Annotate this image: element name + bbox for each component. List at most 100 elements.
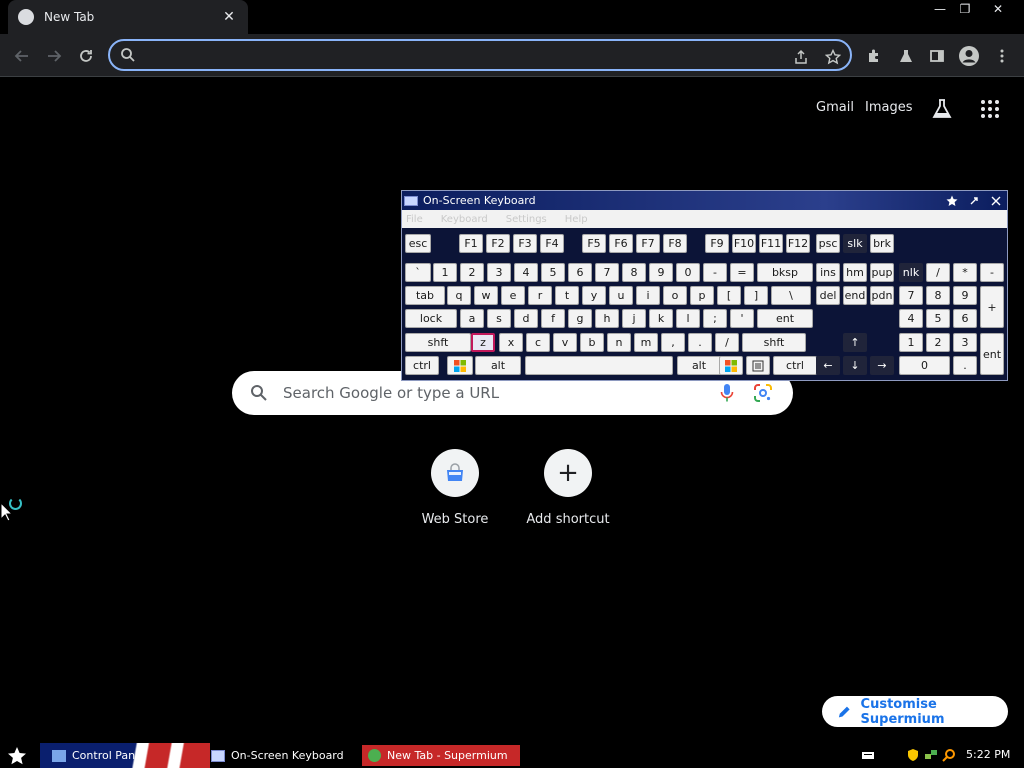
osk-key-5d[interactable]: ]	[744, 286, 768, 305]
google-lens-icon[interactable]	[753, 383, 773, 403]
osk-key-backslash[interactable]: \	[771, 286, 811, 305]
osk-key-f[interactable]: f	[541, 309, 565, 328]
labs-button[interactable]	[892, 42, 920, 70]
side-panel-button[interactable]	[923, 42, 951, 70]
osk-key-F10[interactable]: F10	[732, 234, 756, 253]
osk-key-F2[interactable]: F2	[486, 234, 510, 253]
osk-key-w[interactable]: w	[474, 286, 498, 305]
osk-minimize-button[interactable]	[963, 193, 985, 209]
osk-key-v[interactable]: v	[553, 333, 577, 352]
osk-key-shft[interactable]: shft	[742, 333, 806, 352]
osk-key-z[interactable]: z	[471, 333, 495, 352]
osk-key-0[interactable]: 0	[899, 356, 950, 375]
osk-key-2d[interactable]: -	[703, 263, 727, 282]
osk-key-up-arrow[interactable]: ↑	[843, 333, 867, 352]
tab-close-button[interactable]: ✕	[220, 9, 238, 25]
restore-button[interactable]: ❐	[950, 0, 980, 18]
gmail-link[interactable]: Gmail	[816, 100, 854, 115]
osk-key-2e[interactable]: .	[953, 356, 977, 375]
network-icon[interactable]	[924, 748, 938, 762]
osk-key-8[interactable]: 8	[926, 286, 950, 305]
back-button[interactable]	[8, 42, 36, 70]
osk-key-shft[interactable]: shft	[405, 333, 471, 352]
osk-key-ent[interactable]: ent	[757, 309, 813, 328]
osk-key-right-arrow[interactable]: →	[870, 356, 894, 375]
taskbar-item-osk[interactable]: On-Screen Keyboard	[205, 745, 355, 766]
osk-key-5[interactable]: 5	[926, 309, 950, 328]
taskbar-item-browser[interactable]: New Tab - Supermium	[362, 745, 520, 766]
osk-key-3[interactable]: 3	[487, 263, 511, 282]
osk-pin-star-icon[interactable]	[941, 193, 963, 209]
osk-key-F7[interactable]: F7	[636, 234, 660, 253]
osk-key-alt[interactable]: alt	[677, 356, 721, 375]
osk-key-brk[interactable]: brk	[870, 234, 894, 253]
osk-key-F6[interactable]: F6	[609, 234, 633, 253]
osk-key-k[interactable]: k	[649, 309, 673, 328]
osk-key-b[interactable]: b	[580, 333, 604, 352]
labs-flask-icon[interactable]	[929, 96, 955, 122]
osk-close-button[interactable]	[985, 193, 1007, 209]
osk-key-e[interactable]: e	[501, 286, 525, 305]
osk-menu-keyboard[interactable]: Keyboard	[441, 214, 488, 225]
microphone-icon[interactable]	[719, 383, 735, 403]
osk-key-l[interactable]: l	[676, 309, 700, 328]
images-link[interactable]: Images	[865, 100, 913, 115]
osk-key-left-arrow[interactable]: ←	[816, 356, 840, 375]
osk-key-3[interactable]: 3	[953, 333, 977, 352]
osk-key-2f[interactable]: /	[715, 333, 739, 352]
osk-key-1[interactable]: 1	[899, 333, 923, 352]
osk-key-F3[interactable]: F3	[513, 234, 537, 253]
osk-key-tab[interactable]: tab	[405, 286, 445, 305]
osk-key-u[interactable]: u	[609, 286, 633, 305]
apps-grid-icon[interactable]	[977, 96, 1003, 122]
osk-key-lock[interactable]: lock	[405, 309, 457, 328]
osk-key-q[interactable]: q	[447, 286, 471, 305]
profile-button[interactable]	[955, 42, 983, 70]
osk-key-hm[interactable]: hm	[843, 263, 867, 282]
osk-key-F11[interactable]: F11	[759, 234, 783, 253]
shield-icon[interactable]	[906, 748, 920, 762]
osk-key-F9[interactable]: F9	[705, 234, 729, 253]
customise-button[interactable]: Customise Supermium	[822, 696, 1008, 727]
shortcut-web-store[interactable]: Web Store	[405, 449, 505, 527]
osk-menu-file[interactable]: File	[406, 214, 423, 225]
osk-key-8[interactable]: 8	[622, 263, 646, 282]
keyboard-tray-icon[interactable]	[861, 748, 875, 762]
osk-key-c[interactable]: c	[526, 333, 550, 352]
forward-button[interactable]	[40, 42, 68, 70]
osk-key-n[interactable]: n	[607, 333, 631, 352]
osk-key-5b[interactable]: [	[717, 286, 741, 305]
osk-key-7[interactable]: 7	[899, 286, 923, 305]
osk-key-2c[interactable]: ,	[661, 333, 685, 352]
osk-key-F12[interactable]: F12	[786, 234, 810, 253]
osk-key-y[interactable]: y	[582, 286, 606, 305]
osk-key-9[interactable]: 9	[649, 263, 673, 282]
osk-key-4[interactable]: 4	[899, 309, 923, 328]
shortcut-add[interactable]: + Add shortcut	[518, 449, 618, 527]
osk-key-slk[interactable]: slk	[843, 234, 867, 253]
osk-key-a[interactable]: a	[460, 309, 484, 328]
osk-key-2e[interactable]: .	[688, 333, 712, 352]
osk-key-p[interactable]: p	[690, 286, 714, 305]
osk-key-ctrl[interactable]: ctrl	[773, 356, 817, 375]
osk-key-down-arrow[interactable]: ↓	[843, 356, 867, 375]
osk-key-3b[interactable]: ;	[703, 309, 727, 328]
osk-key-g[interactable]: g	[568, 309, 592, 328]
osk-titlebar[interactable]: On-Screen Keyboard	[402, 191, 1007, 210]
osk-key-6[interactable]: 6	[953, 309, 977, 328]
osk-key-pup[interactable]: pup	[870, 263, 894, 282]
osk-key-F5[interactable]: F5	[582, 234, 606, 253]
osk-key-m[interactable]: m	[634, 333, 658, 352]
osk-key-del[interactable]: del	[816, 286, 840, 305]
osk-key-60[interactable]: `	[405, 263, 431, 282]
osk-key-7[interactable]: 7	[595, 263, 619, 282]
reload-button[interactable]	[72, 42, 100, 70]
osk-key-ins[interactable]: ins	[816, 263, 840, 282]
osk-key-windows-logo-icon[interactable]	[719, 356, 743, 375]
omnibox[interactable]	[108, 39, 852, 71]
osk-key-end[interactable]: end	[843, 286, 867, 305]
osk-key-2[interactable]: 2	[926, 333, 950, 352]
taskbar-item-control-panel[interactable]: Control Panel	[46, 745, 206, 766]
osk-key-r[interactable]: r	[528, 286, 552, 305]
osk-key-nlk[interactable]: nlk	[899, 263, 923, 282]
